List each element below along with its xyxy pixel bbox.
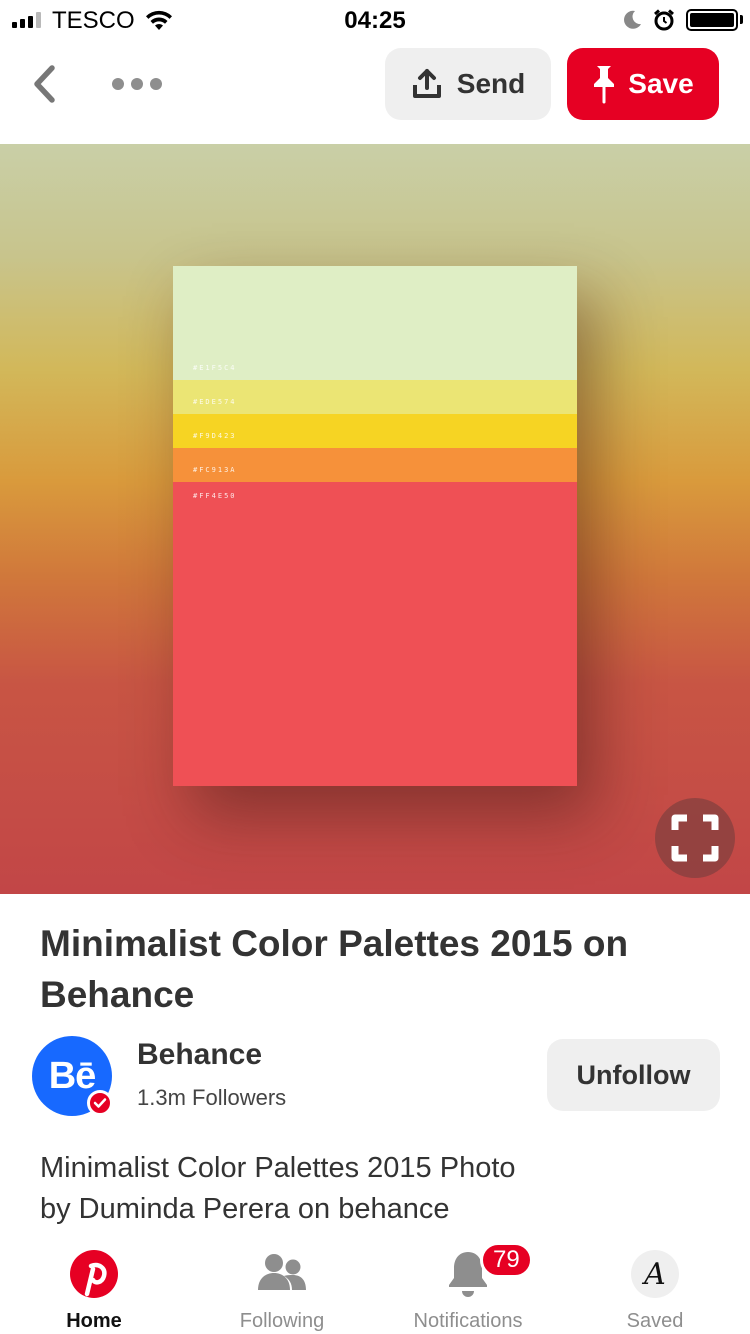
tab-home[interactable]: Home	[19, 1248, 169, 1334]
palette-swatch: #EDE574	[173, 380, 577, 414]
tab-label: Notifications	[413, 1310, 523, 1332]
pin-image[interactable]: #E1F5C4 #EDE574 #F9D423 #FC913A #FF4E50	[0, 144, 750, 894]
pin-description: Minimalist Color Palettes 2015 Photo by …	[40, 1152, 516, 1225]
tab-label: Home	[66, 1310, 122, 1332]
save-button[interactable]: Save	[567, 48, 719, 120]
pinterest-logo-icon	[70, 1250, 118, 1298]
palette-swatch: #FC913A	[173, 448, 577, 482]
unfollow-button[interactable]: Unfollow	[547, 1039, 720, 1111]
more-dots-icon	[112, 78, 124, 90]
send-button[interactable]: Send	[385, 48, 551, 120]
swatch-hex-code: #FC913A	[193, 466, 237, 474]
more-options-button[interactable]	[112, 70, 172, 98]
expand-image-button[interactable]	[655, 798, 735, 878]
palette-swatch: #F9D423	[173, 414, 577, 448]
verified-check-icon	[87, 1090, 113, 1116]
color-palette-card: #E1F5C4 #EDE574 #F9D423 #FC913A #FF4E50	[173, 266, 577, 786]
follower-count: 1.3m Followers	[137, 1085, 287, 1110]
people-icon	[258, 1254, 306, 1290]
chevron-left-icon	[34, 65, 55, 103]
do-not-disturb-moon-icon	[624, 10, 641, 29]
profile-avatar-icon: A	[631, 1250, 679, 1298]
share-upload-icon	[412, 69, 441, 98]
pushpin-icon	[594, 66, 615, 104]
pin-toolbar: Send Save	[0, 40, 750, 144]
expand-icon	[671, 814, 719, 862]
save-label: Save	[628, 68, 694, 99]
swatch-hex-code: #F9D423	[193, 432, 237, 440]
swatch-hex-code: #EDE574	[193, 398, 237, 406]
back-button[interactable]	[24, 62, 64, 106]
more-dots-icon	[150, 78, 162, 90]
send-label: Send	[456, 68, 526, 99]
tab-label: Following	[239, 1310, 325, 1332]
notification-count-badge: 79	[480, 1242, 533, 1278]
battery-cap	[740, 15, 743, 24]
bottom-tab-bar: Home Following Notifications A Saved	[0, 1236, 750, 1334]
more-dots-icon	[131, 78, 143, 90]
behance-logo-text: Bē	[48, 1054, 97, 1097]
creator-name[interactable]: Behance	[137, 1038, 262, 1072]
swatch-hex-code: #FF4E50	[193, 492, 237, 500]
status-bar: TESCO 04:25	[0, 0, 750, 40]
swatch-hex-code: #E1F5C4	[193, 364, 237, 372]
palette-swatch: #E1F5C4	[173, 266, 577, 380]
tab-saved[interactable]: A Saved	[580, 1248, 730, 1334]
battery-icon	[686, 9, 738, 31]
tab-label: Saved	[626, 1310, 684, 1332]
pin-title: Minimalist Color Palettes 2015 on Behanc…	[40, 923, 629, 1015]
palette-swatch: #FF4E50	[173, 482, 577, 786]
tab-following[interactable]: Following	[207, 1248, 357, 1334]
alarm-icon	[654, 9, 674, 31]
